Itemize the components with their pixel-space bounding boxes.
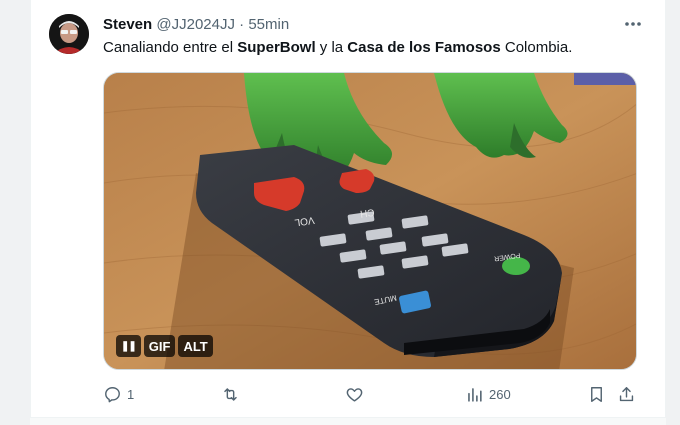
author-handle[interactable]: @JJ2024JJ — [156, 16, 235, 33]
like-button[interactable] — [345, 383, 369, 405]
share-button[interactable] — [617, 383, 636, 405]
author-name[interactable]: Steven — [103, 16, 152, 33]
reply-button[interactable]: 1 — [103, 383, 134, 405]
post-card[interactable]: Steven @JJ2024JJ · 55min Canaliando entr… — [30, 0, 666, 418]
bookmark-button[interactable] — [587, 383, 606, 405]
gif-badge: GIF — [143, 335, 176, 357]
views-icon — [468, 387, 482, 402]
more-icon — [625, 22, 641, 26]
media-badges: ❚❚ GIF ALT — [116, 335, 213, 357]
text-part: Canaliando entre el — [103, 39, 238, 56]
avatar[interactable] — [49, 14, 89, 54]
pause-button[interactable]: ❚❚ — [116, 335, 141, 357]
post-time[interactable]: 55min — [248, 16, 289, 33]
right-gutter — [666, 0, 680, 425]
repost-button[interactable] — [221, 383, 245, 405]
views-button[interactable]: 260 — [465, 383, 511, 405]
alt-button[interactable]: ALT — [178, 335, 213, 357]
share-icon — [619, 386, 634, 401]
left-gutter — [0, 0, 30, 425]
views-count: 260 — [489, 386, 511, 402]
more-button[interactable] — [621, 14, 645, 34]
post-header: Steven @JJ2024JJ · 55min — [103, 15, 289, 35]
text-hashtag-superbowl: SuperBowl — [237, 39, 316, 56]
text-part: y la — [315, 39, 348, 56]
bookmark-icon — [591, 386, 602, 402]
gif-media[interactable]: CH VOL POWER MUTE ❚❚ GIF ALT — [103, 72, 637, 370]
like-icon — [346, 387, 363, 402]
text-hashtag-casa: Casa de los Famosos — [347, 39, 501, 56]
text-part: Colombia. — [500, 39, 573, 56]
post-text: Canaliando entre el SuperBowl y la Casa … — [103, 38, 572, 58]
repost-icon — [224, 387, 237, 401]
separator-dot: · — [239, 16, 245, 33]
remote-label-ch: CH — [359, 206, 375, 219]
action-bar: 1 260 — [103, 383, 643, 405]
reply-count: 1 — [127, 386, 135, 402]
reply-icon — [105, 386, 120, 402]
